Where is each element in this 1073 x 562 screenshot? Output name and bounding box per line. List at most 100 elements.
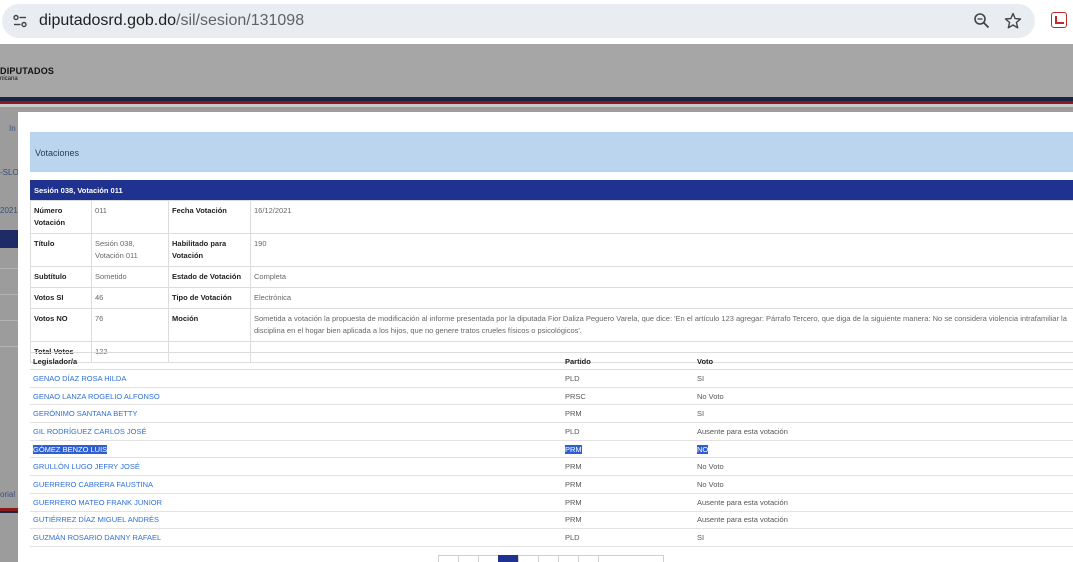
table-row: GRULLÓN LUGO JEFRY JOSÉ PRM No Voto xyxy=(30,457,1073,477)
vote-value: Ausente para esta votación xyxy=(697,497,788,507)
page-button-current[interactable] xyxy=(498,555,519,562)
page-next-button[interactable] xyxy=(558,555,579,562)
party-cell: PRM xyxy=(562,457,694,477)
legislator-name[interactable]: GUTIÉRREZ DÍAZ MIGUEL ANDRÉS xyxy=(33,515,159,524)
zoom-icon[interactable] xyxy=(972,11,992,31)
party-value: PLD xyxy=(565,426,580,436)
vote-cell: No Voto xyxy=(694,475,1073,494)
titulo-value: Sesión 038, Votación 011 xyxy=(91,233,169,267)
party-value: PRM xyxy=(565,515,582,525)
background-divider xyxy=(0,268,20,269)
vote-value: SI xyxy=(697,533,705,543)
vote-results-table: Legislador/a Partido Voto GENAO DÍAZ ROS… xyxy=(30,352,1073,547)
legislator-name[interactable]: GERÓNIMO SANTANA BETTY xyxy=(33,409,137,418)
party-value: PRM xyxy=(565,479,582,489)
legislator-name[interactable]: GUERRERO MATEO FRANK JUNIOR xyxy=(33,498,162,507)
party-cell: PRM xyxy=(562,511,694,530)
vote-cell: NO xyxy=(694,440,1073,459)
legislator-link[interactable]: GUERRERO CABRERA FAUSTINA xyxy=(30,475,562,494)
party-cell: PRSC xyxy=(562,387,694,406)
legislator-link[interactable]: GRULLÓN LUGO JEFRY JOSÉ xyxy=(30,457,562,477)
vote-value: No Voto xyxy=(697,462,724,472)
background-text-fragment: orial xyxy=(0,490,16,499)
column-header-voto[interactable]: Voto xyxy=(694,352,1073,370)
url-text[interactable]: diputadosrd.gob.do/sil/sesion/131098 xyxy=(39,12,304,30)
site-logo-title: DIPUTADOS xyxy=(0,66,55,76)
legislator-link[interactable]: GUERRERO MATEO FRANK JUNIOR xyxy=(30,493,562,512)
legislator-name[interactable]: GUERRERO CABRERA FAUSTINA xyxy=(33,480,153,489)
vote-cell: SI xyxy=(694,369,1073,388)
legislator-link[interactable]: GUTIÉRREZ DÍAZ MIGUEL ANDRÉS xyxy=(30,511,562,530)
votos-no-label: Votos NO xyxy=(30,308,92,342)
party-cell: PRM xyxy=(562,475,694,494)
url-path: /sil/sesion/131098 xyxy=(176,12,305,29)
legislator-link[interactable]: GÓMEZ BENZO LUIS xyxy=(30,440,562,459)
page-button[interactable] xyxy=(538,555,559,562)
vote-value: Ausente para esta votación xyxy=(697,426,788,436)
table-row: GENAO DÍAZ ROSA HILDA PLD SI xyxy=(30,369,1073,388)
modal-header: Votaciones xyxy=(30,132,1073,172)
background-divider xyxy=(0,346,20,347)
vote-details-table: Número Votación 011 Fecha Votación 16/12… xyxy=(30,200,1073,363)
legislator-link[interactable]: GUZMÁN ROSARIO DANNY RAFAEL xyxy=(30,528,562,547)
vote-session-title: Sesión 038, Votación 011 xyxy=(34,186,123,195)
bookmark-star-icon[interactable] xyxy=(1003,11,1023,31)
tipo-votacion-value: Electrónica xyxy=(250,287,1073,309)
page-size-select[interactable] xyxy=(598,555,664,562)
subtitulo-value: Sometido xyxy=(91,266,169,288)
table-row: GIL RODRÍGUEZ CARLOS JOSÉ PLD Ausente pa… xyxy=(30,422,1073,441)
vote-cell: Ausente para esta votación xyxy=(694,511,1073,530)
vote-value: SI xyxy=(697,373,705,383)
vote-value: No Voto xyxy=(697,479,724,489)
fecha-votacion-value: 16/12/2021 xyxy=(250,200,1073,234)
legislator-link[interactable]: GERÓNIMO SANTANA BETTY xyxy=(30,404,562,424)
party-cell: PRM xyxy=(562,440,694,459)
legislator-name[interactable]: GUZMÁN ROSARIO DANNY RAFAEL xyxy=(33,533,161,542)
address-bar[interactable]: diputadosrd.gob.do/sil/sesion/131098 xyxy=(2,4,1035,38)
browser-toolbar: diputadosrd.gob.do/sil/sesion/131098 xyxy=(0,0,1073,44)
background-divider xyxy=(0,294,20,295)
vote-value: NO xyxy=(697,444,709,454)
vote-cell: Ausente para esta votación xyxy=(694,493,1073,512)
party-value: PLD xyxy=(565,373,580,383)
party-value: PRM xyxy=(565,462,582,472)
header-stripe-light xyxy=(0,104,1073,107)
legislator-name[interactable]: GIL RODRÍGUEZ CARLOS JOSÉ xyxy=(33,427,147,436)
numero-votacion-label: Número Votación xyxy=(30,200,92,234)
legislator-link[interactable]: GIL RODRÍGUEZ CARLOS JOSÉ xyxy=(30,422,562,441)
legislator-name[interactable]: GRULLÓN LUGO JEFRY JOSÉ xyxy=(33,462,140,471)
votos-si-value: 46 xyxy=(91,287,169,309)
estado-votacion-value: Completa xyxy=(250,266,1073,288)
table-row: GUERRERO CABRERA FAUSTINA PRM No Voto xyxy=(30,475,1073,494)
legislator-name[interactable]: GÓMEZ BENZO LUIS xyxy=(33,444,108,454)
party-cell: PRM xyxy=(562,404,694,424)
mocion-label: Moción xyxy=(168,308,251,342)
page-button[interactable] xyxy=(478,555,499,562)
legislator-link[interactable]: GENAO DÍAZ ROSA HILDA xyxy=(30,369,562,388)
vote-cell: SI xyxy=(694,528,1073,547)
votos-no-value: 76 xyxy=(91,308,169,342)
page-button[interactable] xyxy=(518,555,539,562)
url-domain: diputadosrd.gob.do xyxy=(39,12,176,29)
party-cell: PLD xyxy=(562,422,694,441)
legislator-name[interactable]: GENAO LANZA ROGELIO ALFONSO xyxy=(33,392,160,401)
page-prev-button[interactable] xyxy=(458,555,479,562)
modal-title: Votaciones xyxy=(35,148,80,158)
habilitado-label: Habilitado para Votación xyxy=(168,233,251,267)
party-cell: PLD xyxy=(562,528,694,547)
site-info-icon[interactable] xyxy=(10,11,30,31)
background-divider xyxy=(0,320,20,321)
mocion-value: Sometida a votación la propuesta de modi… xyxy=(250,308,1073,342)
party-cell: PRM xyxy=(562,493,694,512)
extension-icon[interactable] xyxy=(1051,12,1067,28)
page-last-button[interactable] xyxy=(578,555,599,562)
party-value: PRM xyxy=(565,497,582,507)
legislator-link[interactable]: GENAO LANZA ROGELIO ALFONSO xyxy=(30,387,562,406)
legislator-name[interactable]: GENAO DÍAZ ROSA HILDA xyxy=(33,374,126,383)
vote-value: No Voto xyxy=(697,391,724,401)
vote-value: SI xyxy=(697,409,705,419)
background-text-fragment: In xyxy=(9,124,16,133)
page-first-button[interactable] xyxy=(438,555,459,562)
column-header-legislador[interactable]: Legislador/a xyxy=(30,352,562,370)
column-header-partido[interactable]: Partido xyxy=(562,352,694,370)
